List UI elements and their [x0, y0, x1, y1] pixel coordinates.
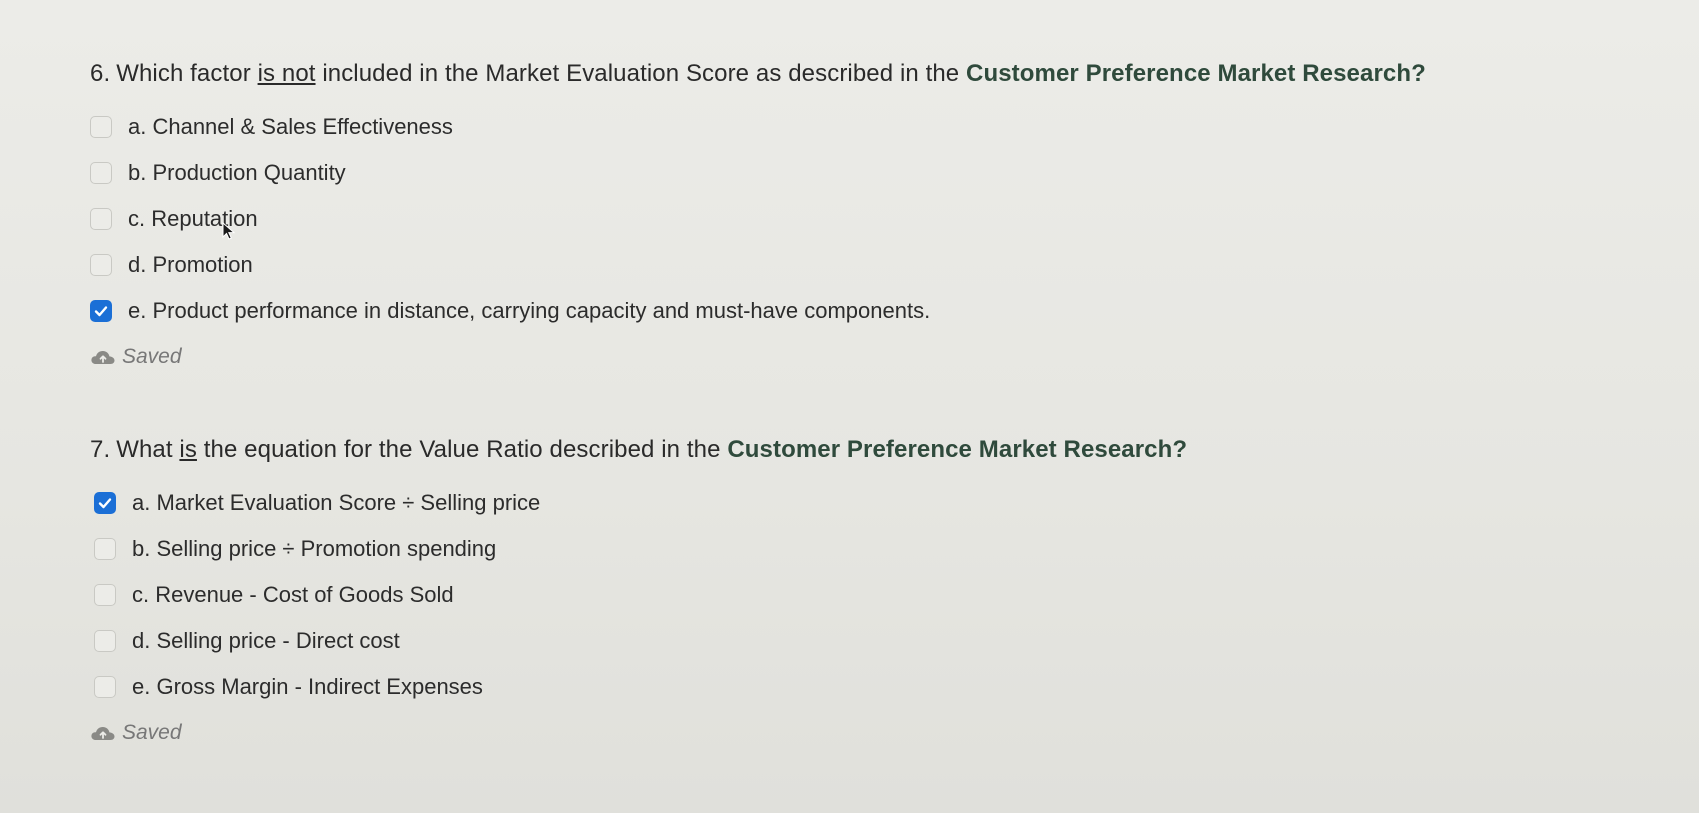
quiz-page: 6. Which factor is not included in the Ma… — [0, 0, 1699, 813]
option-list: a. Market Evaluation Score ÷ Selling pri… — [94, 480, 1187, 710]
checkbox[interactable] — [90, 162, 112, 184]
checkbox[interactable] — [94, 676, 116, 698]
option-b[interactable]: b. Production Quantity — [90, 150, 1426, 196]
checkbox[interactable] — [94, 538, 116, 560]
option-d[interactable]: d. Promotion — [90, 242, 1426, 288]
checkbox-checked[interactable] — [94, 492, 116, 514]
checkbox[interactable] — [90, 208, 112, 230]
option-c[interactable]: c. Revenue - Cost of Goods Sold — [94, 572, 1187, 618]
question-6: 6. Which factor is not included in the Ma… — [90, 60, 1426, 374]
option-label: a. Channel & Sales Effectiveness — [128, 114, 453, 139]
question-text: included in the Market Evaluation Score … — [322, 60, 960, 87]
option-d[interactable]: d. Selling price - Direct cost — [94, 618, 1187, 664]
checkmark-icon — [98, 498, 112, 509]
option-label: b. Selling price ÷ Promotion spending — [132, 536, 497, 561]
question-source: Customer Preference Market Research? — [966, 60, 1426, 87]
checkbox[interactable] — [90, 254, 112, 276]
option-label: c. Revenue - Cost of Goods Sold — [132, 582, 454, 607]
question-number: 7. — [90, 436, 111, 463]
question-7-title: 7. What is the equation for the Value Rat… — [90, 436, 1187, 464]
option-a[interactable]: a. Channel & Sales Effectiveness — [90, 104, 1426, 150]
option-list: a. Channel & Sales Effectiveness b. Prod… — [90, 104, 1426, 334]
checkbox[interactable] — [94, 630, 116, 652]
saved-label: Saved — [122, 721, 182, 744]
saved-label: Saved — [122, 345, 182, 368]
option-label: b. Production Quantity — [128, 160, 346, 185]
option-label: c. Reputation — [128, 206, 258, 231]
question-text: Which factor — [116, 60, 251, 87]
option-label: a. Market Evaluation Score ÷ Selling pri… — [132, 490, 541, 515]
mouse-pointer-icon — [222, 222, 236, 240]
option-label: e. Gross Margin - Indirect Expenses — [132, 674, 483, 699]
saved-status: Saved — [90, 340, 1426, 374]
question-emphasis: is not — [257, 60, 316, 87]
option-label: d. Selling price - Direct cost — [132, 628, 400, 653]
question-emphasis: is — [179, 436, 197, 463]
option-a[interactable]: a. Market Evaluation Score ÷ Selling pri… — [94, 480, 1187, 526]
option-label: d. Promotion — [128, 252, 253, 277]
question-text: What — [116, 436, 173, 463]
option-c[interactable]: c. Reputation — [90, 196, 1426, 242]
checkmark-icon — [94, 306, 108, 317]
checkbox[interactable] — [94, 584, 116, 606]
question-7: 7. What is the equation for the Value Rat… — [90, 436, 1187, 750]
checkbox[interactable] — [90, 116, 112, 138]
question-source: Customer Preference Market Research? — [727, 436, 1188, 463]
question-text: the equation for the Value Ratio describ… — [203, 436, 721, 463]
option-label: e. Product performance in distance, carr… — [128, 298, 931, 323]
checkbox-checked[interactable] — [90, 300, 112, 322]
cloud-saved-icon — [90, 724, 116, 742]
option-e[interactable]: e. Product performance in distance, carr… — [90, 288, 1426, 334]
saved-status: Saved — [90, 716, 1187, 750]
question-6-title: 6. Which factor is not included in the Ma… — [90, 60, 1426, 88]
question-number: 6. — [90, 60, 111, 87]
option-b[interactable]: b. Selling price ÷ Promotion spending — [94, 526, 1187, 572]
option-e[interactable]: e. Gross Margin - Indirect Expenses — [94, 664, 1187, 710]
cloud-saved-icon — [90, 348, 116, 366]
